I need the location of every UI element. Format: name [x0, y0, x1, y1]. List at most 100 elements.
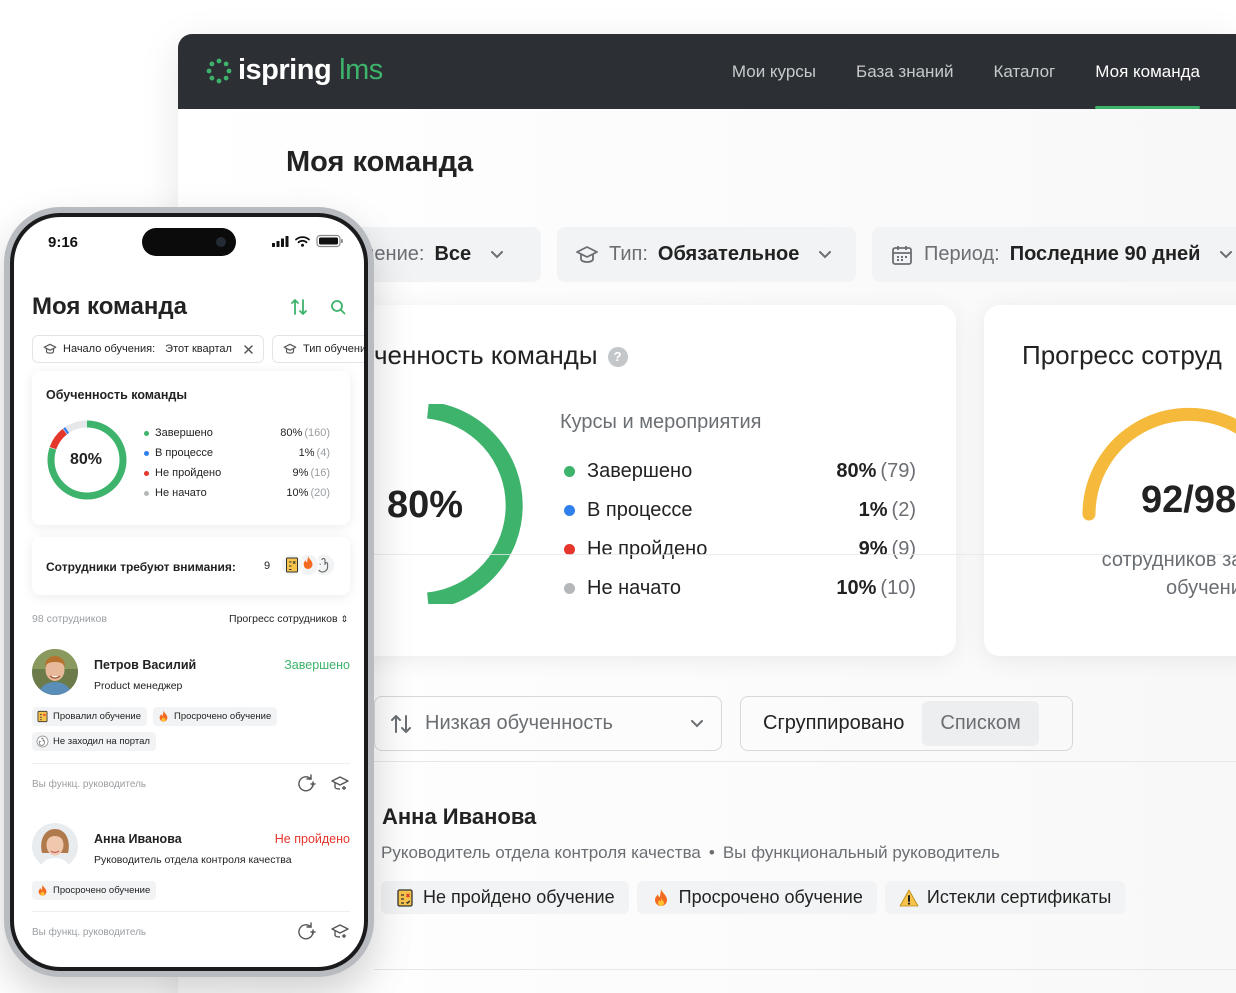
filter-period-label: Период: — [924, 243, 1000, 265]
legend-dot — [144, 450, 149, 456]
mobile-person-row[interactable]: Анна Иванова Руководитель отдела контрол… — [32, 823, 350, 903]
search-icon — [331, 300, 346, 315]
team-percent: 80% — [387, 484, 464, 526]
mobile-page-title: Моя команда — [32, 293, 187, 320]
close-icon[interactable] — [244, 344, 253, 354]
person-footer: Вы функц. руководитель — [32, 779, 147, 790]
legend-failed: Не пройдено 9% (9) — [564, 530, 916, 569]
help-icon[interactable]: ? — [607, 347, 628, 368]
filter-period-value: Последние 90 дней — [1009, 243, 1201, 265]
legend-name: Не начато — [155, 487, 207, 499]
chevron-down-icon — [1220, 250, 1233, 258]
person-name[interactable]: Анна Иванова — [382, 804, 536, 830]
sort-updown-icon: ⇕ — [340, 614, 348, 624]
tag-no-login: Не заходил на портал — [32, 732, 156, 751]
avatar — [32, 823, 78, 869]
mobile-filter-value: Этот квартал — [165, 343, 232, 355]
legend-name: Не пройдено — [155, 467, 222, 479]
legend-dot — [564, 466, 575, 477]
employee-sort[interactable]: Прогресс сотрудников ⇕ — [229, 613, 348, 625]
filter-period[interactable]: Период: Последние 90 дней — [872, 227, 1236, 282]
legend-dot — [564, 505, 575, 516]
legend-completed: Завершено 80% (160) — [144, 423, 330, 443]
legend-in-progress: В процессе 1% (4) — [144, 443, 330, 463]
mobile-filter-start[interactable]: Начало обучения: Этот квартал — [32, 335, 264, 363]
progress-value: 92/98 — [1141, 479, 1236, 521]
nav-knowledge-base[interactable]: База знаний — [856, 34, 953, 109]
chevron-down-icon — [819, 250, 832, 258]
legend-count: (160) — [304, 427, 330, 439]
employee-sort-label: Прогресс сотрудников — [229, 613, 338, 625]
filter-training[interactable]: чение: Все — [348, 227, 541, 282]
sort-icon — [291, 299, 307, 315]
nav-my-courses[interactable]: Мои курсы — [732, 34, 816, 109]
legend-name: Не пройдено — [587, 538, 708, 560]
view-grouped-option[interactable]: Сгруппировано — [745, 701, 922, 746]
signal-icon — [272, 236, 289, 247]
attention-label: Сотрудники требуют внимания: — [46, 560, 236, 574]
mobile-team-card: Обученность команды 80% Завершено 80% (160… — [32, 371, 350, 525]
divider — [32, 763, 350, 764]
main-nav: Мои курсы База знаний Каталог Моя команд… — [732, 34, 1200, 109]
failed-course-icon — [397, 888, 413, 907]
mobile-attention-card[interactable]: Сотрудники требуют внимания: 9 — [32, 537, 350, 595]
graduation-cap-icon — [331, 776, 349, 790]
filter-type-label: Тип: — [609, 243, 648, 265]
person-tags: Не пройдено обучение Просрочено обучение… — [381, 881, 1126, 914]
divider — [374, 761, 1236, 762]
legend-name: Не начато — [587, 577, 682, 599]
person-tags: Просрочено обучение — [32, 881, 312, 900]
dynamic-island — [142, 228, 236, 256]
ispring-logo-icon — [206, 58, 232, 83]
fire-icon — [38, 884, 47, 896]
person-name: Петров Василий — [94, 658, 197, 672]
mobile-person-row[interactable]: Петров Василий Product менеджер Завершен… — [32, 649, 350, 759]
ispring-logo[interactable]: ispring lms — [206, 54, 383, 87]
legend-count: (2) — [891, 499, 916, 521]
team-card-title: ченность команды? — [374, 340, 628, 371]
person-actions[interactable] — [298, 922, 350, 940]
person-role: Руководитель отдела контроля качества — [94, 854, 292, 866]
divider — [374, 969, 1236, 970]
person-relation: Вы функциональный руководитель — [722, 843, 1000, 862]
logo-product-text: lms — [339, 54, 383, 86]
team-legend: Завершено 80% (79) В процессе 1% (2) Не … — [564, 452, 916, 608]
camera-dot — [216, 237, 226, 247]
divider — [358, 554, 1236, 555]
battery-icon — [316, 234, 343, 248]
fire-icon — [654, 888, 667, 906]
legend-dot — [564, 583, 575, 594]
tag-label: Провалил обучение — [53, 711, 141, 722]
mobile-filter-label: Начало обучения: — [63, 343, 156, 355]
tag-label: Просрочено обучение — [678, 887, 863, 907]
mobile-team-legend: Завершено 80% (160) В процессе 1% (4) Не про… — [144, 423, 330, 503]
view-list-option[interactable]: Списком — [922, 701, 1039, 746]
person-actions[interactable] — [298, 774, 350, 792]
failed-course-icon — [286, 557, 298, 573]
legend-dot — [144, 430, 149, 436]
legend-pct: 1% — [858, 499, 888, 521]
legend-name: В процессе — [587, 499, 693, 521]
legend-count: (4) — [316, 447, 330, 459]
legend-dot — [144, 490, 149, 496]
avatar — [32, 649, 78, 695]
sort-dropdown[interactable]: Низкая обученность — [374, 696, 722, 751]
nav-my-team[interactable]: Моя команда — [1095, 34, 1200, 109]
graduation-cap-icon — [43, 343, 57, 354]
tag-label: Просрочено обучение — [53, 885, 151, 896]
legend-count: (79) — [880, 460, 916, 482]
attention-icons — [281, 553, 336, 577]
top-navigation-bar: ispring lms Мои курсы База знаний Катало… — [178, 34, 1236, 109]
nav-catalog[interactable]: Каталог — [993, 34, 1055, 109]
legend-pct: 10% — [836, 577, 877, 599]
page-title: Моя команда — [286, 146, 474, 178]
mobile-filter-type[interactable]: Тип обучени — [272, 335, 364, 363]
progress-card-title: Прогресс сотруд — [1022, 340, 1222, 370]
person-role: Руководитель отдела контроля качества — [381, 843, 701, 862]
tag-overdue-training: Просрочено обучение — [636, 881, 877, 914]
legend-pct: 9% — [292, 467, 309, 479]
filter-type[interactable]: Тип: Обязательное — [557, 227, 856, 282]
legend-name: В процессе — [155, 447, 213, 459]
person-footer: Вы функц. руководитель — [32, 927, 147, 938]
legend-title: Курсы и мероприятия — [560, 411, 762, 433]
